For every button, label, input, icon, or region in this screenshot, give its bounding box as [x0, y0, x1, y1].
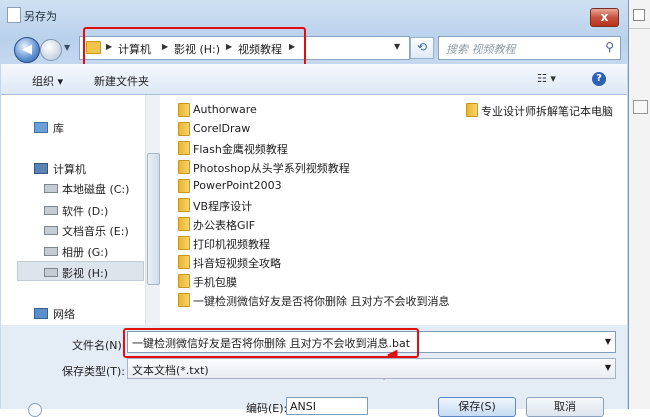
divider: [629, 28, 650, 29]
filetype-select[interactable]: 文本文档(*.txt) ▼: [127, 358, 616, 379]
save-button[interactable]: 保存(S): [438, 397, 516, 417]
hide-folders-toggle[interactable]: [28, 403, 42, 417]
sidebar-item-library[interactable]: 库: [53, 120, 64, 136]
refresh-button[interactable]: ⟲: [410, 37, 434, 59]
search-input[interactable]: 搜索 视频教程 ⚲: [438, 36, 621, 60]
sidebar-item-drive-d[interactable]: 软件 (D:): [62, 203, 108, 219]
scrollbar-thumb[interactable]: [147, 153, 160, 285]
drive-icon: [44, 226, 58, 235]
list-item[interactable]: VB程序设计: [193, 198, 252, 214]
annotation-highlight-box: [83, 27, 306, 68]
encoding-value: ANSI: [290, 400, 316, 413]
sidebar-item-drive-h[interactable]: 影视 (H:): [62, 265, 108, 281]
save-as-dialog: 另存为 x ◀ ▼ ▶ 计算机 ▶ 影视 (H:) ▶ 视频教程 ▶ ▼ ⟲ 搜…: [0, 0, 629, 417]
folder-icon: [178, 217, 190, 231]
filename-label: 文件名(N):: [72, 339, 126, 352]
search-icon[interactable]: ⚲: [605, 40, 614, 54]
history-dropdown-icon[interactable]: ▼: [64, 43, 70, 52]
folder-icon: [178, 274, 190, 288]
folder-icon: [178, 122, 190, 136]
list-item[interactable]: PowerPoint2003: [193, 179, 282, 192]
cancel-button[interactable]: 取消: [526, 397, 604, 417]
chevron-down-icon[interactable]: ▼: [605, 363, 611, 372]
background-window: [629, 0, 650, 409]
list-item[interactable]: 一键检测微信好友是否将你删除 且对方不会收到消息: [193, 293, 450, 309]
forward-button[interactable]: [40, 39, 62, 61]
library-icon: [34, 122, 48, 133]
file-list: Authorware CorelDraw Flash金鹰视频教程 Photosh…: [160, 95, 627, 325]
sidebar-item-drive-g[interactable]: 相册 (G:): [62, 244, 108, 260]
folder-icon: [178, 198, 190, 212]
sidebar-scrollbar[interactable]: [145, 95, 160, 325]
folder-icon: [466, 103, 478, 117]
folder-icon: [178, 293, 190, 307]
help-icon[interactable]: ?: [592, 72, 606, 86]
search-placeholder: 搜索 视频教程: [446, 43, 516, 56]
list-item[interactable]: Photoshop从头学系列视频教程: [193, 160, 350, 176]
dialog-title: 另存为: [24, 10, 57, 23]
folder-icon: [178, 236, 190, 250]
sidebar-item-drive-e[interactable]: 文档音乐 (E:): [62, 223, 129, 239]
network-icon: [34, 308, 48, 319]
list-item[interactable]: 打印机视频教程: [193, 236, 270, 252]
computer-icon: [34, 163, 48, 174]
views-button[interactable]: ☷ ▾: [537, 72, 556, 85]
list-item[interactable]: Authorware: [193, 103, 257, 116]
list-item[interactable]: 抖音短视频全攻略: [193, 255, 281, 271]
close-button[interactable]: x: [590, 8, 619, 27]
back-button[interactable]: ◀: [14, 37, 40, 63]
list-item[interactable]: CorelDraw: [193, 122, 250, 135]
list-item[interactable]: 手机包膜: [193, 274, 237, 290]
folder-icon: [178, 160, 190, 174]
checkbox-icon: [633, 9, 645, 21]
list-item[interactable]: 专业设计师拆解笔记本电脑: [481, 103, 613, 119]
new-folder-button[interactable]: 新建文件夹: [94, 73, 149, 89]
folder-icon: [178, 141, 190, 155]
filename-dropdown-icon[interactable]: ▼: [605, 337, 611, 346]
sidebar-item-drive-c[interactable]: 本地磁盘 (C:): [62, 181, 129, 197]
folder-icon: [178, 103, 190, 117]
address-dropdown-icon[interactable]: ▼: [394, 42, 400, 51]
encoding-select[interactable]: ANSI: [286, 397, 368, 415]
filetype-value: 文本文档(*.txt): [132, 364, 209, 377]
list-item[interactable]: 办公表格GIF: [193, 217, 255, 233]
filetype-label: 保存类型(T):: [62, 365, 126, 378]
navigation-pane: 库 计算机 本地磁盘 (C:) 软件 (D:) 文档音乐 (E:) 相册 (G:…: [1, 95, 145, 325]
organize-button[interactable]: 组织 ▾: [32, 73, 63, 89]
notepad-icon: [7, 7, 21, 23]
drive-icon: [44, 206, 58, 215]
drive-icon: [44, 247, 58, 256]
folder-icon: [178, 179, 190, 193]
drive-icon: [44, 268, 58, 277]
toolbar: 组织 ▾ 新建文件夹 ☷ ▾ ?: [1, 64, 627, 95]
list-item[interactable]: Flash金鹰视频教程: [193, 141, 288, 157]
sidebar-item-network[interactable]: 网络: [53, 306, 75, 322]
folder-icon: [178, 255, 190, 269]
sidebar-item-computer[interactable]: 计算机: [53, 161, 86, 177]
encoding-label: 编码(E):: [246, 402, 288, 415]
scroll-up-icon: [633, 100, 648, 114]
drive-icon: [44, 184, 58, 193]
